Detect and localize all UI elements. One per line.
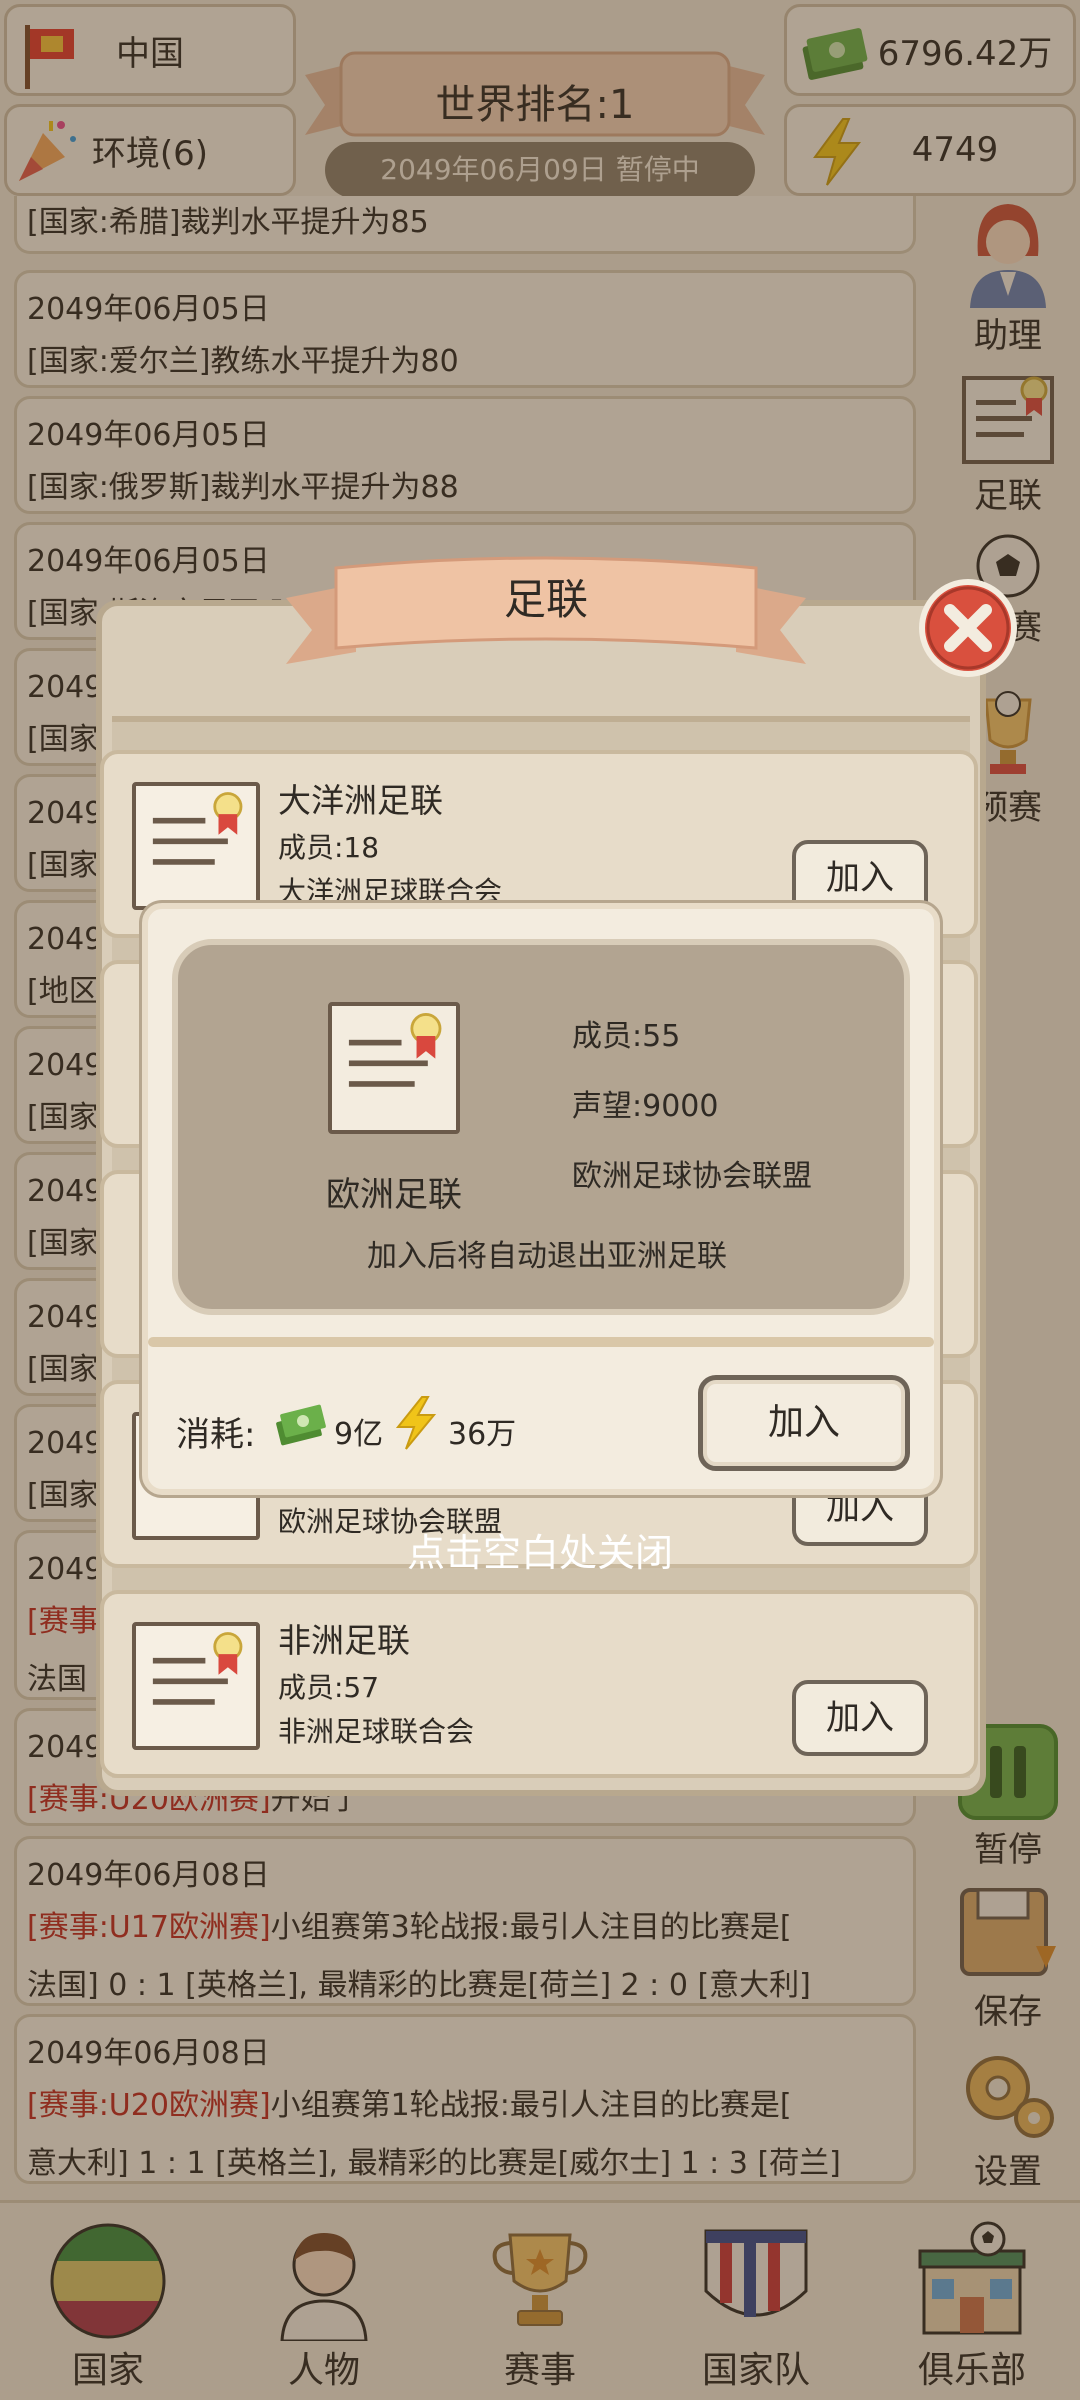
- cost-label: 消耗:: [176, 1415, 256, 1455]
- popup-full-name: 欧洲足球协会联盟: [572, 1159, 812, 1194]
- card-members: 成员:57: [278, 1671, 380, 1704]
- federation-card: 非洲足联 成员:57 非洲足球联合会 加入: [100, 1590, 978, 1778]
- card-members: 成员:18: [278, 831, 380, 864]
- card-description: 非洲足球联合会: [278, 1715, 475, 1748]
- close-icon[interactable]: [918, 578, 1018, 678]
- lightning-icon: [395, 1396, 437, 1450]
- popup-note: 加入后将自动退出亚洲足联: [367, 1239, 727, 1274]
- join-confirm-popup: 欧洲足联 成员:55 声望:9000 欧洲足球协会联盟 加入后将自动退出亚洲足联…: [142, 903, 940, 1495]
- popup-info-area: 欧洲足联 成员:55 声望:9000 欧洲足球协会联盟 加入后将自动退出亚洲足联: [172, 939, 910, 1315]
- confirm-join-button[interactable]: 加入: [698, 1375, 910, 1471]
- join-button[interactable]: 加入: [792, 1680, 928, 1756]
- close-hint: 点击空白处关闭: [406, 1531, 673, 1575]
- certificate-icon: [132, 782, 260, 910]
- cost-energy: 36万: [448, 1417, 517, 1452]
- card-name: 大洋洲足联: [278, 781, 443, 820]
- popup-members: 成员:55: [572, 1019, 681, 1054]
- panel-title: 足联: [503, 575, 588, 624]
- certificate-icon: [132, 1622, 260, 1750]
- app-root: 中国 环境(6) 世界排名:1 2049年06月09日 暂停中 6796.42万…: [0, 0, 1080, 2400]
- money-icon: [276, 1404, 326, 1446]
- popup-prestige: 声望:9000: [572, 1089, 719, 1124]
- cost-money: 9亿: [334, 1417, 384, 1452]
- certificate-icon: [328, 1002, 460, 1134]
- popup-federation-name: 欧洲足联: [326, 1175, 462, 1215]
- popup-divider: [148, 1337, 934, 1347]
- card-name: 非洲足联: [278, 1621, 410, 1660]
